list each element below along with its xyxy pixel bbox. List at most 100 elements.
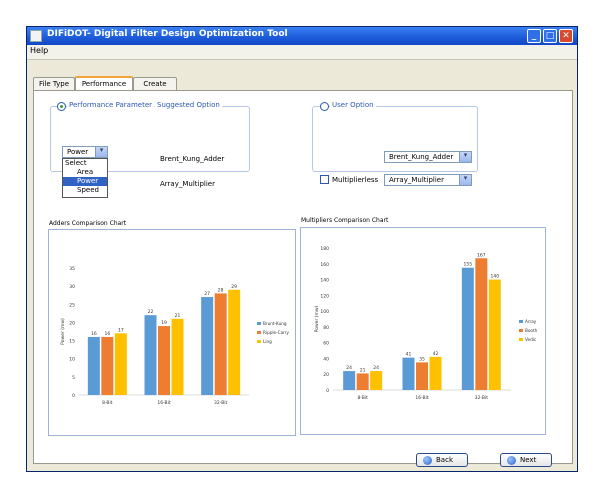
dropdown-option-select[interactable]: Select <box>63 159 107 168</box>
legend-label: Brunt-Kung <box>263 321 287 326</box>
data-label: 19 <box>161 320 167 326</box>
y-tick-label: 40 <box>323 356 329 362</box>
bar <box>214 293 227 395</box>
performance-radio[interactable] <box>57 102 66 111</box>
chevron-down-icon[interactable]: ▾ <box>95 146 107 157</box>
user-adder-value: Brent_Kung_Adder <box>389 153 454 161</box>
data-label: 42 <box>433 351 439 357</box>
adders-chart-svg: 0 5 10 15 20 25 30 35 Power (mw) 16 16 17 8-Bit 22 19 2… <box>60 266 289 406</box>
performance-parameter-value: Power <box>67 148 89 156</box>
multiplierless-checkbox[interactable] <box>320 175 329 184</box>
legend-swatch <box>257 340 261 343</box>
app-window: DIFiDOT- Digital Filter Design Optimizat… <box>26 26 578 472</box>
bar <box>416 362 428 390</box>
data-label: 22 <box>148 309 154 315</box>
suggested-option-label: Suggested Option <box>155 101 222 109</box>
user-multiplier-select[interactable]: Array_Multiplier ▾ <box>384 174 472 186</box>
back-button[interactable]: Back <box>416 453 468 467</box>
multipliers-chart-svg: 0 20 40 60 80 100 120 140 160 180 Power (mw) 24 21 24… <box>314 246 538 401</box>
y-tick-label: 80 <box>323 325 329 331</box>
x-tick-label: 16-Bit <box>415 395 429 401</box>
chevron-down-icon[interactable]: ▾ <box>459 174 471 185</box>
data-label: 140 <box>491 274 500 280</box>
data-label: 17 <box>118 327 124 333</box>
performance-parameter-select[interactable]: Power ▾ <box>62 146 108 158</box>
bar <box>429 356 442 390</box>
x-tick-label: 16-Bit <box>157 400 171 406</box>
user-option-label: User Option <box>330 101 376 109</box>
legend-label: Array <box>525 319 537 324</box>
maximize-button[interactable]: □ <box>543 29 557 43</box>
back-button-label: Back <box>436 456 453 464</box>
data-label: 21 <box>175 313 181 319</box>
data-label: 27 <box>204 291 210 297</box>
legend-swatch <box>519 320 523 323</box>
tab-create[interactable]: Create <box>133 77 177 90</box>
y-tick-label: 0 <box>72 393 75 399</box>
bar <box>356 373 369 390</box>
chevron-down-icon[interactable]: ▾ <box>459 151 471 162</box>
multiplierless-label: Multiplierless <box>332 176 379 184</box>
bar <box>370 371 383 390</box>
y-tick-label: 30 <box>69 284 75 290</box>
next-button[interactable]: Next <box>500 453 552 467</box>
legend-label: Vedic <box>525 337 537 342</box>
bar <box>402 357 415 390</box>
back-arrow-icon <box>423 456 432 465</box>
dropdown-option-area[interactable]: Area <box>63 168 107 177</box>
dropdown-option-power[interactable]: Power <box>63 177 107 186</box>
y-tick-label: 15 <box>69 339 75 345</box>
menu-help[interactable]: Help <box>30 46 48 55</box>
bar <box>158 326 170 395</box>
data-label: 24 <box>373 365 379 371</box>
app-icon <box>30 30 42 42</box>
bar <box>488 279 501 390</box>
data-label: 29 <box>231 284 237 290</box>
x-tick-label: 8-Bit <box>102 400 113 406</box>
adders-chart-title: Adders Comparison Chart <box>49 220 127 227</box>
data-label: 35 <box>419 356 425 362</box>
tab-file-type[interactable]: File Type <box>33 77 75 90</box>
bar <box>343 371 356 390</box>
data-label: 16 <box>91 331 97 337</box>
data-label: 21 <box>360 367 366 373</box>
y-axis-label: Power (mw) <box>60 318 66 345</box>
next-button-label: Next <box>520 456 537 464</box>
multipliers-chart: 0 20 40 60 80 100 120 140 160 180 Power (mw) 24 21 24… <box>300 227 546 435</box>
user-multiplier-value: Array_Multiplier <box>389 176 444 184</box>
bar <box>87 336 100 395</box>
close-button[interactable]: ✕ <box>559 29 573 43</box>
menu-bar: Help <box>27 45 577 60</box>
performance-parameter-dropdown: Select Area Power Speed <box>62 158 108 198</box>
performance-panel: Performance Parameter Suggested Option P… <box>33 90 573 467</box>
y-tick-label: 5 <box>72 375 75 381</box>
y-tick-label: 20 <box>69 320 75 326</box>
bar <box>171 318 184 395</box>
user-adder-select[interactable]: Brent_Kung_Adder ▾ <box>384 151 472 163</box>
bar <box>101 336 114 395</box>
legend-label: Ripple-Carry <box>263 330 289 335</box>
user-option-radio[interactable] <box>320 102 329 111</box>
close-icon: ✕ <box>562 31 570 41</box>
minimize-button[interactable]: _ <box>527 29 541 43</box>
data-label: 16 <box>104 331 110 337</box>
adders-chart: 0 5 10 15 20 25 30 35 Power (mw) 16 16 17 8-Bit 22 19 2… <box>48 229 296 436</box>
dropdown-option-speed[interactable]: Speed <box>63 186 107 195</box>
x-tick-label: 8-Bit <box>357 395 368 401</box>
y-tick-label: 100 <box>320 309 329 315</box>
multipliers-chart-title: Multipliers Comparison Chart <box>301 217 389 224</box>
bar <box>201 297 214 395</box>
y-tick-label: 140 <box>320 278 329 284</box>
data-label: 41 <box>406 352 412 358</box>
tab-performance[interactable]: Performance <box>75 76 133 90</box>
bar <box>144 315 157 395</box>
y-tick-label: 180 <box>320 246 329 252</box>
suggested-multiplier: Array_Multiplier <box>160 180 215 188</box>
y-tick-label: 10 <box>69 357 75 363</box>
title-bar: DIFiDOT- Digital Filter Design Optimizat… <box>27 27 577 45</box>
legend-swatch <box>519 329 523 332</box>
y-tick-label: 120 <box>320 293 329 299</box>
bar <box>228 289 241 395</box>
data-label: 167 <box>477 252 486 258</box>
y-tick-label: 20 <box>323 372 329 378</box>
